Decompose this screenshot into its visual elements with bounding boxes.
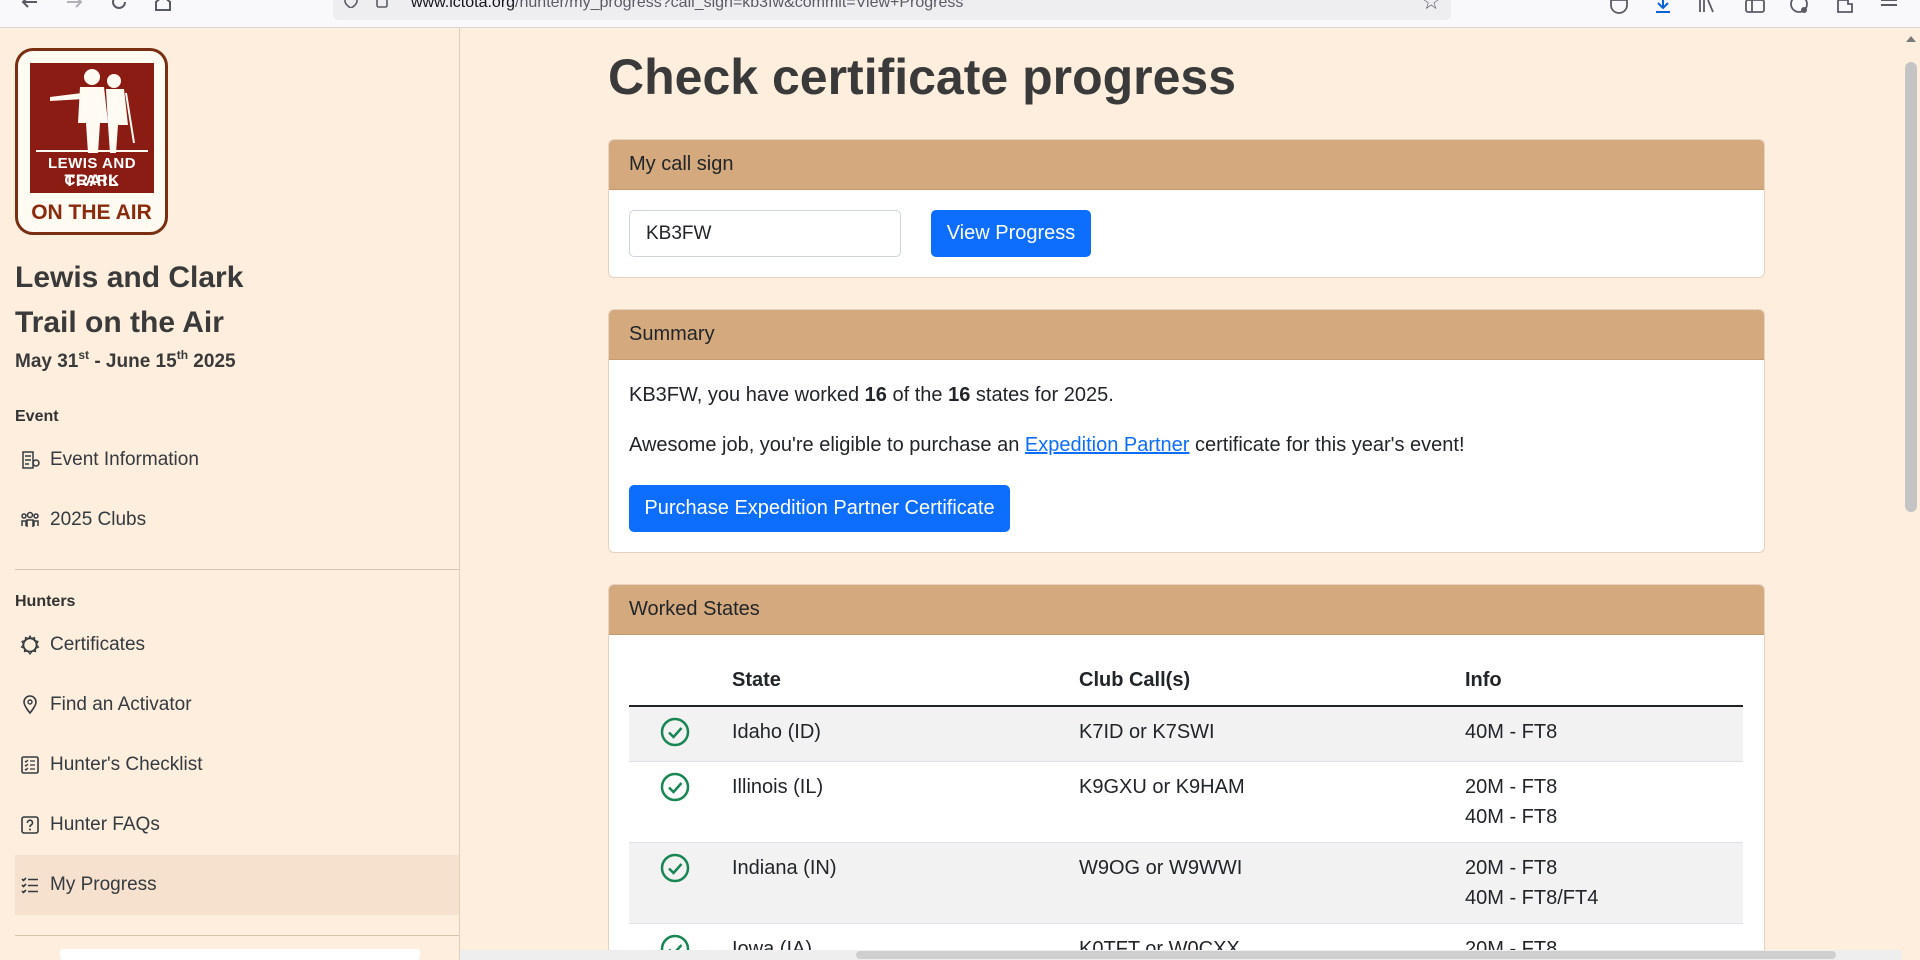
page-title: Check certificate progress	[608, 49, 1237, 105]
scroll-up-arrow-icon[interactable]	[1902, 32, 1920, 46]
vertical-scrollbar-thumb[interactable]	[1905, 62, 1917, 512]
summary-card-header: Summary	[609, 310, 1764, 360]
bookmark-star-icon[interactable]: ☆	[1421, 0, 1441, 13]
checklist-icon	[21, 756, 39, 774]
expedition-partner-link[interactable]: Expedition Partner	[1025, 434, 1190, 456]
table-row: Illinois (IL) K9GXU or K9HAM 20M - FT8 4…	[629, 762, 1743, 843]
menu-icon[interactable]	[1878, 0, 1900, 14]
state-cell: Illinois (IL)	[732, 776, 824, 798]
info-cell: 40M - FT8	[1465, 806, 1558, 828]
summary-worked-text: KB3FW, you have worked 16 of the 16 stat…	[629, 384, 1114, 406]
sidebar-toggle-icon[interactable]	[1744, 0, 1766, 14]
list-check-icon	[21, 877, 38, 894]
callsign-card: My call sign View Progress	[608, 139, 1765, 278]
club-calls-cell: W9OG or W9WWI	[1079, 857, 1243, 879]
info-cell: 20M - FT8	[1465, 857, 1558, 879]
sidebar-divider	[15, 569, 459, 570]
logo-artwork: LEWIS AND CLARK TRAIL	[30, 63, 154, 193]
hunters-section-label: Hunters	[15, 593, 76, 610]
nav-2025-clubs[interactable]: 2025 Clubs	[15, 490, 459, 550]
column-header-club-calls: Club Call(s)	[1079, 669, 1191, 691]
club-calls-cell: K7ID or K7SWI	[1079, 721, 1215, 743]
worked-states-card-header: Worked States	[609, 585, 1764, 635]
summary-eligible-text: Awesome job, you're eligible to purchase…	[629, 434, 1465, 456]
summary-card: Summary KB3FW, you have worked 16 of the…	[608, 309, 1765, 553]
site-title: Lewis and Clark Trail on the Air	[15, 255, 375, 345]
table-row: Indiana (IN) W9OG or W9WWI 20M - FT8 40M…	[629, 843, 1743, 924]
question-icon	[21, 816, 39, 834]
downloads-icon[interactable]	[1652, 0, 1674, 14]
extensions-icon[interactable]	[1834, 0, 1856, 14]
nav-my-progress[interactable]: My Progress	[15, 855, 459, 915]
reload-icon[interactable]	[106, 0, 132, 14]
column-header-info: Info	[1465, 669, 1502, 691]
info-cell: 40M - FT8	[1465, 721, 1558, 743]
library-icon[interactable]	[1696, 0, 1718, 14]
nav-hunters-checklist[interactable]: Hunter's Checklist	[15, 735, 459, 795]
url-text: www.lctota.org/hunter/my_progress?call_s…	[411, 0, 964, 11]
map-pin-icon	[23, 695, 37, 715]
site-title-line2: Trail on the Air	[15, 306, 224, 339]
check-circle-icon	[660, 853, 690, 883]
logo-text-line2: TRAIL	[64, 171, 120, 190]
explorers-silhouette-icon	[36, 69, 148, 153]
column-header-state: State	[732, 669, 781, 691]
site-logo[interactable]: LEWIS AND CLARK TRAIL ON THE AIR	[15, 48, 168, 235]
horizontal-scrollbar[interactable]	[460, 950, 1902, 960]
callsign-card-header: My call sign	[609, 140, 1764, 190]
pocket-icon[interactable]	[1608, 0, 1630, 14]
info-cell: 20M - FT8	[1465, 776, 1558, 798]
lock-icon	[376, 0, 388, 8]
horizontal-scrollbar-thumb[interactable]	[856, 951, 1836, 959]
nav-event-information[interactable]: Event Information	[15, 430, 459, 490]
browser-toolbar: www.lctota.org/hunter/my_progress?call_s…	[0, 0, 1920, 28]
account-icon[interactable]	[1788, 0, 1810, 14]
people-icon	[21, 511, 39, 527]
nav-find-an-activator[interactable]: Find an Activator	[15, 675, 459, 735]
url-bar[interactable]: www.lctota.org/hunter/my_progress?call_s…	[333, 0, 1451, 20]
logo-text-bottom: ON THE AIR	[31, 201, 152, 224]
event-dates: May 31st - June 15th 2025	[15, 348, 236, 372]
state-cell: Indiana (IN)	[732, 857, 837, 879]
table-row: Idaho (ID) K7ID or K7SWI 40M - FT8	[629, 707, 1743, 762]
event-section-label: Event	[15, 408, 59, 425]
home-icon[interactable]	[150, 0, 176, 14]
tracking-shield-icon	[344, 0, 358, 8]
sidebar-horizontal-scrollbar[interactable]	[60, 949, 420, 960]
nav-certificates[interactable]: Certificates	[15, 615, 459, 675]
site-title-line1: Lewis and Clark	[15, 261, 244, 294]
forward-icon[interactable]	[62, 0, 88, 14]
sidebar: LEWIS AND CLARK TRAIL ON THE AIR Lewis a…	[0, 28, 460, 960]
back-icon[interactable]	[16, 0, 42, 14]
view-progress-button[interactable]: View Progress	[931, 210, 1091, 257]
info-cell: 40M - FT8/FT4	[1465, 887, 1599, 909]
callsign-input[interactable]	[629, 210, 901, 257]
vertical-scrollbar[interactable]	[1902, 28, 1920, 960]
club-calls-cell: K9GXU or K9HAM	[1079, 776, 1245, 798]
sidebar-divider-bottom	[15, 935, 459, 936]
nav-hunter-faqs[interactable]: Hunter FAQs	[15, 795, 459, 855]
check-circle-icon	[660, 772, 690, 802]
worked-states-card: Worked States State Club Call(s) Info Id…	[608, 584, 1765, 960]
state-cell: Idaho (ID)	[732, 721, 821, 743]
award-icon	[20, 635, 40, 655]
purchase-certificate-button[interactable]: Purchase Expedition Partner Certificate	[629, 485, 1010, 532]
info-list-icon	[22, 451, 40, 469]
check-circle-icon	[660, 717, 690, 747]
